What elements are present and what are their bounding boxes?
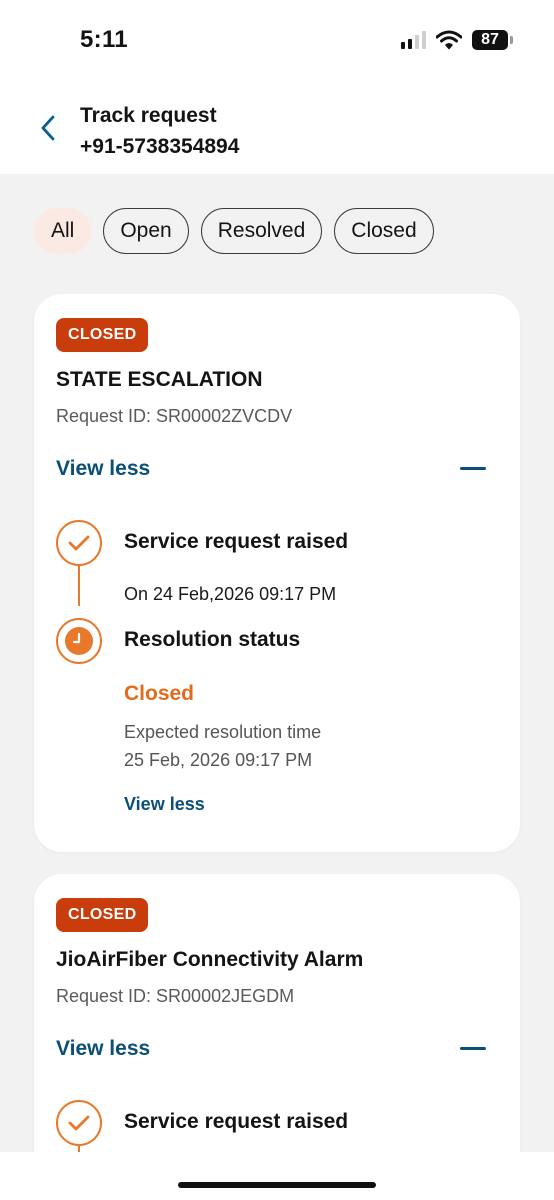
view-less-link[interactable]: View less (56, 457, 150, 481)
timeline-step-title: Resolution status (124, 628, 301, 651)
clock-circle-icon (56, 618, 102, 664)
filter-chip-closed[interactable]: Closed (334, 208, 434, 254)
expected-resolution-label: Expected resolution time (124, 722, 322, 742)
resolution-status-value: Closed (124, 682, 195, 705)
inner-view-less-link[interactable]: View less (124, 794, 205, 815)
home-bar-area (0, 1152, 554, 1200)
filter-chip-open[interactable]: Open (103, 208, 189, 254)
request-card: CLOSED STATE ESCALATION Request ID: SR00… (34, 294, 520, 852)
timeline-connector (78, 566, 80, 606)
check-circle-icon (56, 520, 102, 566)
filter-chips: All Open Resolved Closed (34, 208, 434, 254)
status-time: 5:11 (80, 26, 128, 53)
request-title: STATE ESCALATION (56, 368, 263, 391)
chevron-left-icon[interactable] (34, 112, 64, 144)
timeline-step-title: Service request raised (124, 1110, 349, 1133)
signal-icon (401, 31, 426, 49)
track-request-screen: 5:11 87 Track request +91-5738354894 All (0, 0, 554, 1200)
battery-level: 87 (481, 31, 499, 48)
request-title: JioAirFiber Connectivity Alarm (56, 948, 364, 971)
page-subtitle-phone: +91-5738354894 (80, 135, 240, 158)
request-id: Request ID: SR00002JEGDM (56, 986, 295, 1006)
filter-chip-all[interactable]: All (34, 208, 92, 254)
timeline-step-date: On 24 Feb,2026 09:17 PM (124, 584, 337, 604)
home-indicator[interactable] (178, 1182, 376, 1188)
request-id: Request ID: SR00002ZVCDV (56, 406, 293, 426)
page-title: Track request (80, 104, 217, 127)
check-circle-icon (56, 1100, 102, 1146)
battery-icon: 87 (472, 30, 513, 50)
status-badge: CLOSED (56, 318, 149, 352)
minus-icon[interactable] (460, 1047, 486, 1050)
wifi-icon (436, 30, 462, 50)
timeline-step-title: Service request raised (124, 530, 349, 553)
minus-icon[interactable] (460, 467, 486, 470)
status-badge: CLOSED (56, 898, 149, 932)
top-header-area: 5:11 87 Track request +91-5738354894 (0, 0, 554, 174)
expected-resolution-time: 25 Feb, 2026 09:17 PM (124, 750, 313, 770)
view-less-link[interactable]: View less (56, 1037, 150, 1061)
status-indicators: 87 (401, 30, 513, 50)
filter-chip-resolved[interactable]: Resolved (200, 208, 323, 254)
